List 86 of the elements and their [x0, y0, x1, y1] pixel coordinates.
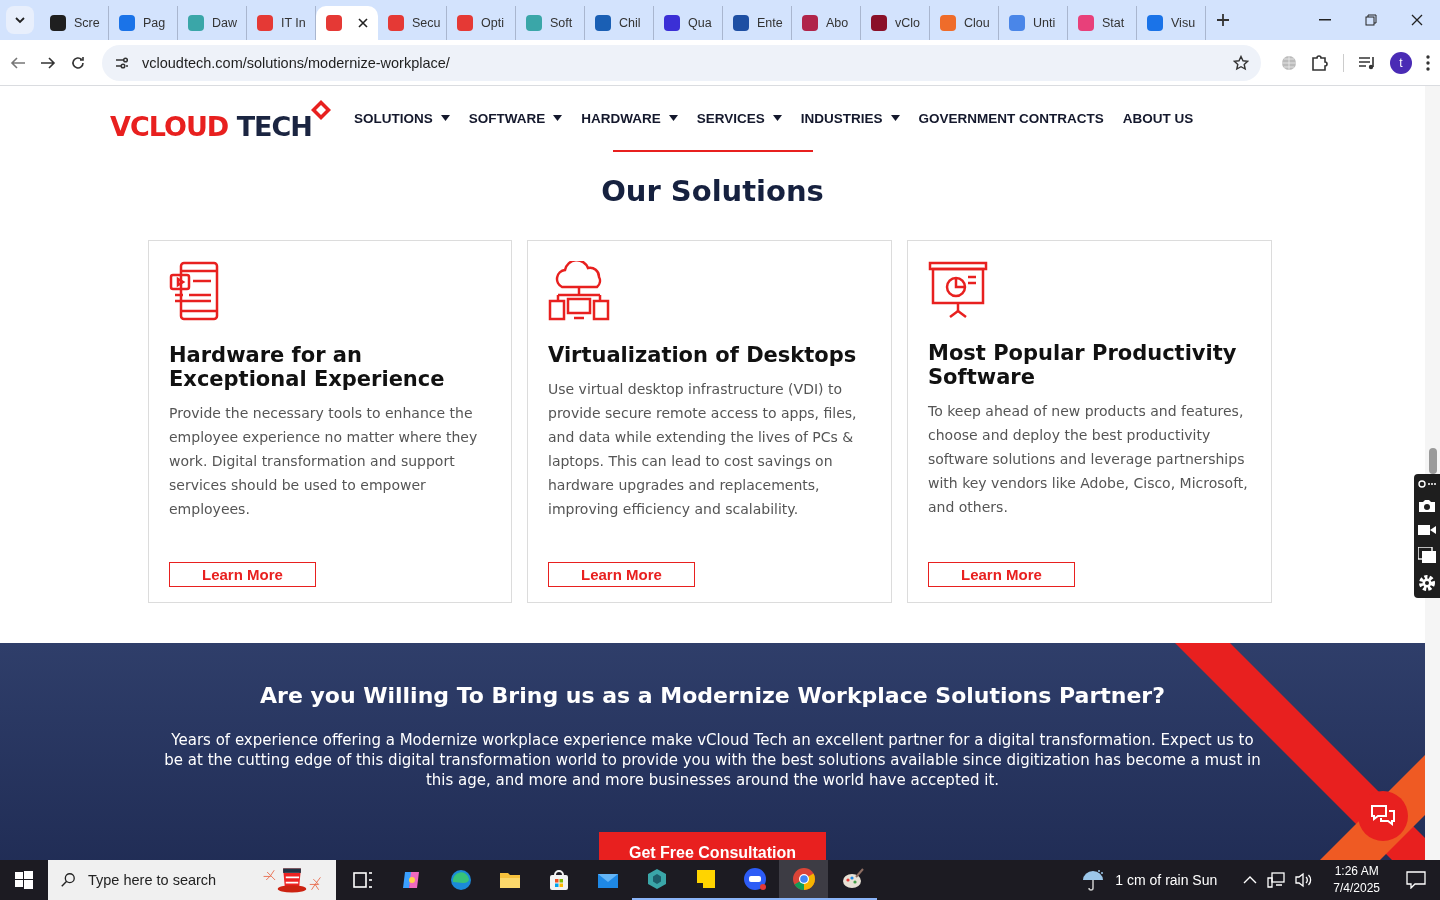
- windows-logo-icon[interactable]: [15, 871, 33, 889]
- caret-icon: [772, 115, 782, 121]
- tab-title: Abo: [826, 16, 849, 30]
- settings-icon[interactable]: [1418, 574, 1436, 593]
- learn-more-button[interactable]: Learn More: [548, 561, 695, 587]
- nav-link[interactable]: SERVICES: [696, 110, 782, 126]
- card-description: Use virtual desktop infrastructure (VDI) to provide secure remote access to apps, files, and data while extending the lives of PCs & laptops. This can lead to cost savings on hardware upgrades and replacements, improving efficiency and scalability.: [548, 379, 858, 519]
- network-icon[interactable]: [1267, 872, 1286, 888]
- caret-icon: [553, 115, 563, 121]
- search-input[interactable]: Type here to search: [86, 871, 250, 889]
- nav-link[interactable]: HARDWARE: [581, 110, 678, 126]
- palette-icon[interactable]: [840, 867, 865, 891]
- taskbar-search-field[interactable]: Type here to search: [48, 860, 336, 900]
- back-icon[interactable]: [10, 54, 26, 71]
- url-text: vcloudtech.com/solutions/modernize-workplace/: [142, 54, 451, 71]
- site-settings-icon[interactable]: [114, 54, 130, 71]
- tab-title: vClo: [895, 16, 920, 30]
- puzzle-icon[interactable]: [1311, 53, 1329, 72]
- tab-search-button[interactable]: [6, 6, 34, 34]
- banner-title: Are you Willing To Bring us as a Modernize Workplace Solutions Partner?: [259, 682, 1166, 708]
- tab-title: Ente: [757, 16, 783, 30]
- restore-icon[interactable]: [1365, 14, 1377, 26]
- consultation-button[interactable]: Get Free Consultation: [598, 831, 827, 860]
- nav-link[interactable]: ABOUT US: [1122, 110, 1194, 126]
- speaker-icon[interactable]: [1295, 872, 1314, 888]
- nav-link[interactable]: SOFTWARE: [468, 110, 563, 126]
- tab-title: Qua: [688, 16, 712, 30]
- clock[interactable]: 1:26 AM 7/4/2025: [1333, 863, 1380, 897]
- video-chat-icon[interactable]: [742, 867, 767, 891]
- address-bar[interactable]: vcloudtech.com/solutions/modernize-workplace/: [102, 44, 1261, 81]
- nav-link[interactable]: INDUSTRIES: [800, 110, 900, 126]
- nav-link[interactable]: GOVERNMENT CONTRACTS: [918, 110, 1104, 126]
- minimize-icon[interactable]: [1319, 19, 1331, 21]
- learn-more-button[interactable]: Learn More: [169, 561, 316, 587]
- notification-icon[interactable]: [1406, 871, 1426, 889]
- link-icon[interactable]: [1418, 479, 1436, 488]
- tab-title: Chil: [619, 16, 641, 30]
- menu-icon[interactable]: [1426, 54, 1430, 71]
- camera-icon[interactable]: [1418, 498, 1436, 513]
- windows-icon[interactable]: [1418, 547, 1436, 564]
- banner-text: Years of experience offering a Modernize workplace experience make vCloud Tech an excellent partner for a digital transformation. Expect us to be at the cutting edge of this digital transformation world to provide you with the best solutions available since digitization has become a must in this age, and more and more businesses around the world have accepted it.: [163, 729, 1262, 790]
- tab-title: Stat: [1102, 16, 1125, 30]
- tab-title: Clou: [964, 16, 990, 30]
- tab-title: Pag: [143, 16, 166, 30]
- forward-icon[interactable]: [40, 54, 56, 71]
- site-logo[interactable]: VCLOUD TECH: [110, 96, 332, 140]
- reload-icon[interactable]: [70, 54, 86, 71]
- card-description: To keep ahead of new products and features, choose and deploy the best productivity software solutions and leverage partnerships with key vendors like Adobe, Cisco, Microsoft, and others.: [928, 401, 1249, 517]
- tab-title: Scre: [74, 16, 100, 30]
- tab-title: Soft: [550, 16, 573, 30]
- new-tab-icon[interactable]: [1216, 13, 1230, 27]
- weather-text[interactable]: 1 cm of rain Sun: [1115, 872, 1218, 888]
- tab-title: Opti: [481, 16, 504, 30]
- tablet-icon: [169, 260, 221, 321]
- card-title: Hardware for an Exceptional Experience: [169, 342, 446, 391]
- close-icon[interactable]: [1411, 14, 1423, 26]
- close-icon[interactable]: [358, 18, 368, 28]
- presentation-icon: [928, 260, 988, 319]
- section-title: Our Solutions: [600, 173, 825, 208]
- tab-title: Unti: [1033, 16, 1056, 30]
- chrome-icon[interactable]: [791, 867, 816, 891]
- search-icon: [60, 871, 76, 889]
- umbrella-icon: [1081, 868, 1106, 892]
- card-title: Virtualization of Desktops: [548, 342, 858, 367]
- cloud-network-icon: [548, 260, 610, 321]
- chevron-up-icon[interactable]: [1243, 876, 1258, 884]
- tab-title: Visu: [1171, 16, 1196, 30]
- scrollbar-thumb[interactable]: [1429, 448, 1437, 474]
- browser-icon[interactable]: [448, 868, 473, 892]
- tab-title: Secu: [412, 16, 441, 30]
- nav-link[interactable]: SOLUTIONS: [353, 110, 450, 126]
- card-description: Provide the necessary tools to enhance the employee experience no matter where they work. Digital transformation and support services should be used to empower employees.: [169, 403, 479, 519]
- media-icon[interactable]: [1358, 54, 1376, 71]
- tab-title: Daw: [212, 16, 237, 30]
- browser-tab[interactable]: [316, 6, 378, 40]
- star-icon[interactable]: [1233, 54, 1249, 71]
- learn-more-button[interactable]: Learn More: [928, 561, 1075, 587]
- caret-icon: [440, 115, 450, 121]
- caret-icon: [668, 115, 678, 121]
- card-title: Most Popular Productivity Software: [928, 340, 1238, 389]
- profile-avatar[interactable]: t: [1390, 51, 1412, 74]
- tab-title: IT In: [281, 16, 306, 30]
- chevron-down-icon[interactable]: [14, 14, 26, 26]
- caret-icon: [890, 115, 900, 121]
- video-camera-icon[interactable]: [1418, 523, 1436, 536]
- chat-bubbles-icon[interactable]: [1370, 804, 1396, 828]
